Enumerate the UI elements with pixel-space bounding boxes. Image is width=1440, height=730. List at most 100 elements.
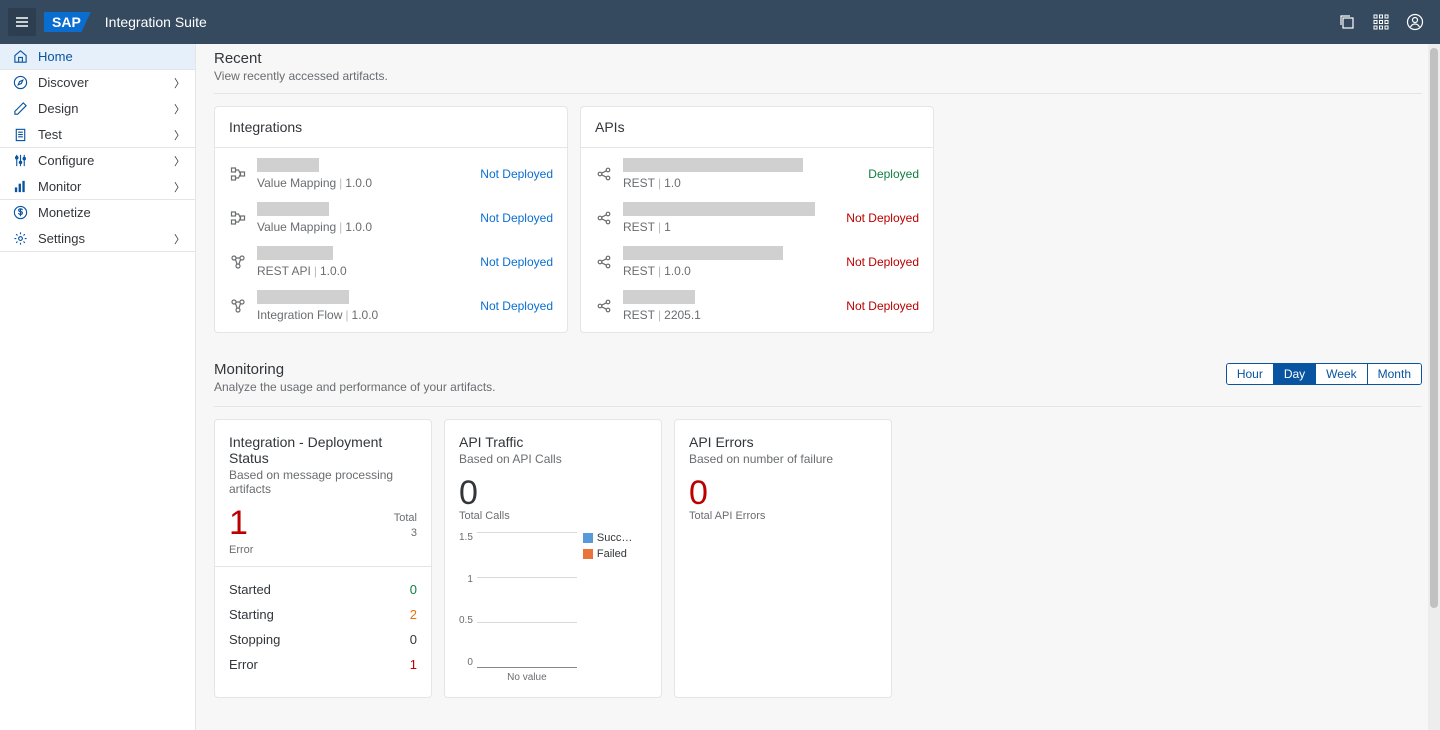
traffic-label: Total Calls — [459, 510, 647, 522]
errors-label: Total API Errors — [689, 510, 877, 522]
artifact-status: Not Deployed — [480, 255, 553, 269]
divider — [214, 406, 1422, 407]
error-label: Error — [229, 544, 417, 556]
time-range-hour[interactable]: Hour — [1227, 364, 1274, 384]
flow-icon — [229, 297, 247, 315]
stat-row-stopping: Stopping 0 — [229, 627, 417, 652]
stat-value: 0 — [410, 632, 417, 647]
legend-label: Succ… — [597, 532, 632, 544]
sidebar-item-label: Monitor — [38, 179, 174, 194]
sidebar-item-design[interactable]: Design〉 — [0, 96, 195, 122]
vm-icon — [229, 209, 247, 227]
artifact-name-redacted — [257, 246, 333, 260]
recent-title: Recent — [214, 50, 1422, 67]
time-range-day[interactable]: Day — [1274, 364, 1316, 384]
sidebar-item-label: Home — [38, 49, 185, 64]
stat-label: Started — [229, 582, 271, 597]
sidebar: HomeDiscover〉Design〉Test〉Configure〉Monit… — [0, 44, 196, 730]
sidebar-item-configure[interactable]: Configure〉 — [0, 148, 195, 174]
deployment-status-card[interactable]: Integration - Deployment Status Based on… — [214, 419, 432, 698]
artifact-row[interactable]: REST API|1.0.0 Not Deployed — [215, 240, 567, 284]
menu-toggle-button[interactable] — [8, 8, 36, 36]
home-icon — [12, 49, 28, 65]
monitoring-section: Monitoring Analyze the usage and perform… — [214, 361, 1422, 698]
artifact-row[interactable]: REST|2205.1 Not Deployed — [581, 284, 933, 328]
total-value: 3 — [394, 526, 417, 540]
chevron-right-icon: 〉 — [174, 153, 185, 169]
sidebar-item-monetize[interactable]: Monetize — [0, 200, 195, 226]
stat-value: 1 — [410, 657, 417, 672]
y-tick: 0.5 — [459, 615, 473, 626]
artifact-meta: REST|2205.1 — [623, 308, 836, 322]
artifact-row[interactable]: REST|1.0Deployed — [581, 152, 933, 196]
artifact-status: Not Deployed — [846, 299, 919, 313]
legend-item: Succ… — [583, 532, 632, 544]
stat-row-started: Started0 — [229, 577, 417, 602]
stat-label: Stopping — [229, 632, 280, 647]
recent-subtitle: View recently accessed artifacts. — [214, 69, 1422, 83]
artifact-name-redacted — [623, 290, 695, 304]
stat-label: Starting — [229, 607, 274, 622]
legend-swatch — [583, 549, 593, 559]
dollar-icon — [12, 205, 28, 221]
artifact-meta: Integration Flow|1.0.0 — [257, 308, 470, 322]
sidebar-item-test[interactable]: Test〉 — [0, 122, 195, 148]
api-traffic-card[interactable]: API Traffic Based on API Calls 0 Total C… — [444, 419, 662, 698]
scrollbar[interactable] — [1428, 44, 1440, 730]
artifact-status: Not Deployed — [480, 167, 553, 181]
stat-label: Error — [229, 657, 258, 672]
user-icon[interactable] — [1406, 13, 1424, 31]
artifact-status: Deployed — [868, 167, 919, 181]
share-icon — [595, 209, 613, 227]
share-icon — [595, 297, 613, 315]
artifact-name-redacted — [623, 202, 815, 216]
time-range-toggle: HourDayWeekMonth — [1226, 363, 1422, 385]
card-subtitle: Based on API Calls — [459, 452, 647, 466]
sidebar-item-label: Monetize — [38, 205, 185, 220]
sap-logo: SAP — [44, 12, 91, 32]
artifact-row[interactable]: Value Mapping|1.0.0 Not Deployed — [215, 152, 567, 196]
artifact-row[interactable]: Integration Flow|1.0.0Not Deployed — [215, 284, 567, 328]
artifact-status: Not Deployed — [846, 211, 919, 225]
card-subtitle: Based on number of failure — [689, 452, 877, 466]
chevron-right-icon: 〉 — [174, 127, 185, 143]
artifact-meta: REST API|1.0.0 — [257, 264, 470, 278]
stat-row-error: Error 1 — [229, 652, 417, 677]
time-range-month[interactable]: Month — [1368, 364, 1421, 384]
card-title: Integration - Deployment Status — [229, 434, 417, 466]
sidebar-item-home[interactable]: Home — [0, 44, 195, 70]
apis-card-title: APIs — [581, 107, 933, 148]
app-header: SAP Integration Suite — [0, 0, 1440, 44]
chevron-right-icon: 〉 — [174, 179, 185, 195]
copy-icon[interactable] — [1338, 13, 1356, 31]
total-label: Total — [394, 511, 417, 525]
integrations-card: Integrations Value Mapping|1.0.0 Not Depl… — [214, 106, 568, 333]
share-icon — [595, 165, 613, 183]
vm-icon — [229, 165, 247, 183]
compass-icon — [12, 75, 28, 91]
sidebar-item-settings[interactable]: Settings〉 — [0, 226, 195, 252]
stat-value: 2 — [410, 607, 417, 622]
artifact-status: Not Deployed — [846, 255, 919, 269]
artifact-status: Not Deployed — [480, 211, 553, 225]
chevron-right-icon: 〉 — [174, 101, 185, 117]
apps-grid-icon[interactable] — [1372, 13, 1390, 31]
chevron-right-icon: 〉 — [174, 231, 185, 247]
sidebar-item-monitor[interactable]: Monitor〉 — [0, 174, 195, 200]
artifact-row[interactable]: Value Mapping|1.0.0Not Deployed — [215, 196, 567, 240]
traffic-count: 0 — [459, 476, 647, 510]
chart-legend: Succ…Failed — [583, 532, 632, 564]
sidebar-item-discover[interactable]: Discover〉 — [0, 70, 195, 96]
chart-x-label: No value — [477, 672, 577, 683]
artifact-row[interactable]: REST|1Not Deployed — [581, 196, 933, 240]
integrations-card-title: Integrations — [215, 107, 567, 148]
time-range-week[interactable]: Week — [1316, 364, 1367, 384]
artifact-meta: REST|1.0.0 — [623, 264, 836, 278]
errors-count: 0 — [689, 476, 877, 510]
artifact-meta: Value Mapping|1.0.0 — [257, 176, 470, 190]
share-icon — [595, 253, 613, 271]
artifact-row[interactable]: REST|1.0.0 Not Deployed — [581, 240, 933, 284]
api-errors-card[interactable]: API Errors Based on number of failure 0 … — [674, 419, 892, 698]
monitoring-subtitle: Analyze the usage and performance of you… — [214, 380, 496, 394]
artifact-name-redacted — [257, 202, 329, 216]
